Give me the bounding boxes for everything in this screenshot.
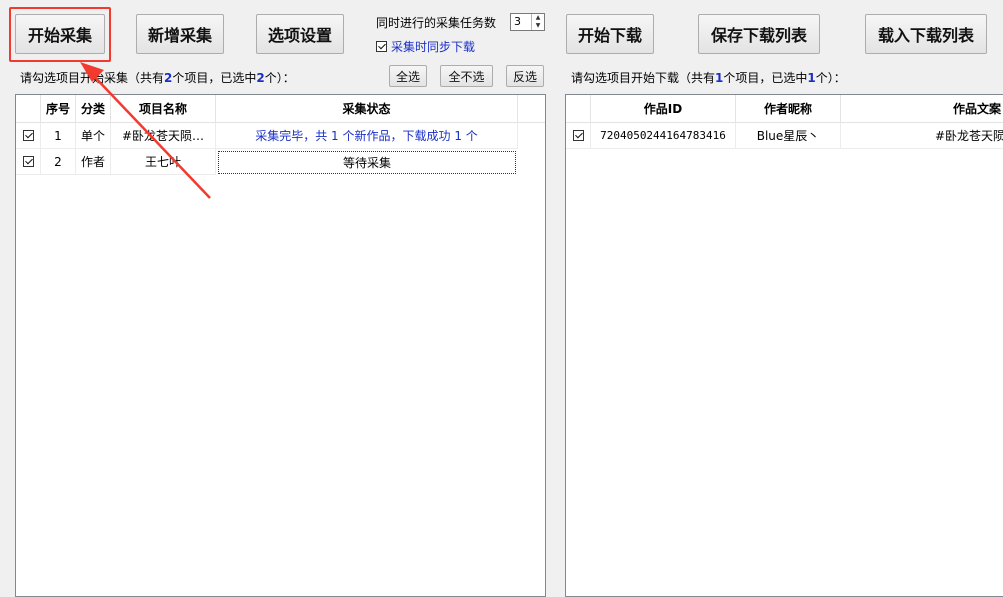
row-status: 采集完毕，共 1 个新作品，下载成功 1 个 [216,123,518,149]
col-check-header[interactable] [566,95,591,123]
col-check-header[interactable] [16,95,41,123]
stepper-down-icon[interactable]: ▼ [532,22,544,30]
download-table[interactable]: 作品ID 作者昵称 作品文案 7204050244164783416 Blue星… [565,94,1003,597]
concurrent-value: 3 [514,15,521,28]
row-name: 王七叶 [111,149,216,175]
save-list-button[interactable]: 保存下载列表 [698,14,820,54]
sync-download-label: 采集时同步下载 [391,40,476,54]
col-name-header[interactable]: 项目名称 [111,95,216,123]
highlight-box [9,7,111,62]
load-list-button[interactable]: 载入下载列表 [865,14,987,54]
row-status[interactable]: 等待采集 [218,151,516,174]
row-index: 2 [41,149,76,175]
row-name: #卧龙苍天陨… [111,123,216,149]
col-id-header[interactable]: 作品ID [591,95,736,123]
start-download-button[interactable]: 开始下载 [566,14,654,54]
col-caption-header[interactable]: 作品文案 [841,95,1003,123]
stepper-arrows[interactable]: ▲ ▼ [531,14,544,30]
table-row[interactable] [16,149,41,175]
concurrent-stepper[interactable]: 3 ▲ ▼ [510,13,545,31]
right-info-text: 请勾选项目开始下载（共有1个项目，已选中1个）： [571,71,846,85]
add-collect-button[interactable]: 新增采集 [136,14,224,54]
invert-selection-button[interactable]: 反选 [506,65,544,87]
row-category: 单个 [76,123,111,149]
sync-download-checkbox[interactable]: 采集时同步下载 [376,38,475,55]
row-index: 1 [41,123,76,149]
checkbox-icon[interactable] [376,41,387,52]
row-id: 7204050244164783416 [591,123,736,149]
table-row[interactable] [16,123,41,149]
row-checkbox-icon[interactable] [572,130,584,141]
col-category-header[interactable]: 分类 [76,95,111,123]
select-all-button[interactable]: 全选 [389,65,427,87]
row-author: Blue星辰丶 [736,123,841,149]
concurrent-label: 同时进行的采集任务数 [376,16,497,30]
left-info-text: 请勾选项目开始采集（共有2个项目，已选中2个）： [20,71,295,85]
select-none-button[interactable]: 全不选 [440,65,493,87]
col-status-header[interactable]: 采集状态 [216,95,518,123]
row-checkbox-icon[interactable] [22,130,34,141]
row-checkbox-icon[interactable] [22,156,34,167]
col-filler-header [518,95,545,123]
row-caption: #卧龙苍天陨 [841,123,1003,149]
col-author-header[interactable]: 作者昵称 [736,95,841,123]
collect-table[interactable]: 序号 分类 项目名称 采集状态 1 单个 #卧龙苍天陨… 采集完毕，共 1 个新… [15,94,546,597]
row-category: 作者 [76,149,111,175]
options-button[interactable]: 选项设置 [256,14,344,54]
col-index-header[interactable]: 序号 [41,95,76,123]
stepper-up-icon[interactable]: ▲ [532,14,544,22]
table-row[interactable] [566,123,591,149]
